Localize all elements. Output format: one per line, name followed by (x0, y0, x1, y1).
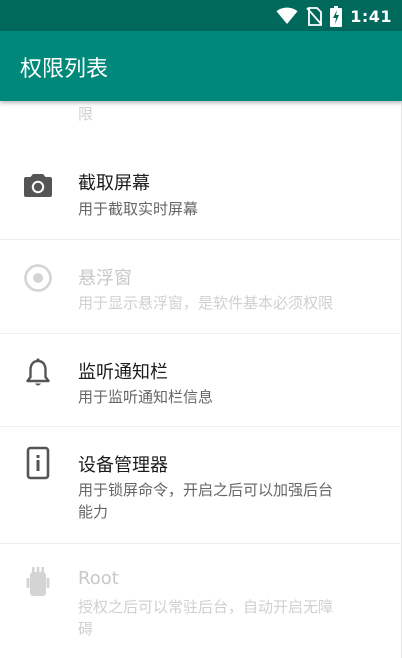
permission-desc-line2: 能力 (78, 503, 109, 521)
permission-title: 截取屏幕 (78, 173, 150, 194)
permission-title: Root (78, 568, 119, 589)
permission-desc: 用于显示悬浮窗，是软件基本必须权限 (78, 294, 334, 312)
status-bar: 1:41 (0, 0, 402, 31)
permission-title: 设备管理器 (78, 455, 168, 476)
status-icons: 1:41 (276, 5, 392, 27)
permission-desc-line1: 用于锁屏命令，开启之后可以加强后台 (78, 481, 334, 499)
no-sim-icon (306, 6, 323, 26)
permission-desc-line1: 授权之后可以常驻后台，自动开启无障 (78, 598, 334, 616)
permission-desc-line2: 碍 (78, 620, 94, 638)
permission-item-root[interactable]: Root 授权之后可以常驻后台，自动开启无障 碍 (0, 544, 400, 658)
status-time: 1:41 (350, 6, 392, 26)
permission-desc: 用于监听通知栏信息 (78, 388, 214, 406)
permission-item-notification-listener[interactable]: 监听通知栏 用于监听通知栏信息 (0, 334, 400, 426)
permission-item-partial[interactable]: 限 (0, 101, 400, 137)
permission-desc: 限 (78, 105, 94, 123)
radio-target-icon (22, 262, 54, 294)
camera-icon (22, 169, 54, 201)
permission-item-floating-window[interactable]: 悬浮窗 用于显示悬浮窗，是软件基本必须权限 (0, 240, 400, 333)
app-bar: 权限列表 (0, 31, 402, 101)
battery-charging-icon (330, 5, 343, 27)
permission-title: 悬浮窗 (78, 268, 132, 289)
permission-list[interactable]: 限 截取屏幕 用于截取实时屏幕 悬浮窗 用于显示悬浮窗，是软件基本必须权限 监听… (0, 101, 402, 658)
permission-desc: 用于截取实时屏幕 (78, 200, 199, 218)
permission-item-device-admin[interactable]: 设备管理器 用于锁屏命令，开启之后可以加强后台 能力 (0, 427, 400, 543)
permission-title: 监听通知栏 (78, 362, 168, 383)
bell-icon (22, 357, 54, 389)
android-root-icon (22, 566, 54, 598)
wifi-icon (276, 7, 298, 25)
page-title: 权限列表 (20, 57, 109, 82)
permission-item-screenshot[interactable]: 截取屏幕 用于截取实时屏幕 (0, 147, 400, 239)
device-info-icon (22, 446, 54, 480)
